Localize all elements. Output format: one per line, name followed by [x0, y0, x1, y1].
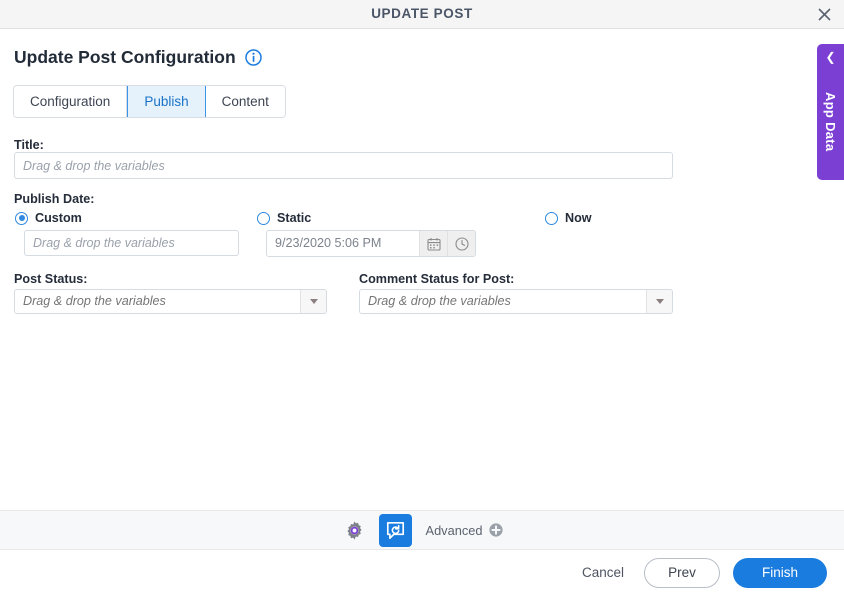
radio-now-label: Now [565, 211, 592, 225]
page-title-row: Update Post Configuration [14, 47, 262, 68]
static-datetime-group [266, 230, 476, 257]
tab-publish[interactable]: Publish [127, 86, 206, 117]
post-status-dropdown-button[interactable] [300, 290, 326, 313]
info-circle-icon[interactable] [244, 49, 262, 66]
comment-status-select[interactable] [359, 289, 673, 314]
title-input[interactable] [14, 152, 673, 179]
close-icon [817, 8, 831, 21]
finish-button[interactable]: Finish [733, 557, 827, 588]
radio-custom-indicator [15, 211, 28, 225]
post-status-select[interactable] [14, 289, 327, 314]
dialog-footer: Cancel Prev Finish [0, 551, 844, 594]
comment-status-dropdown-button[interactable] [646, 290, 672, 313]
window-title: UPDATE POST [371, 6, 473, 21]
chevron-left-icon: ❮ [825, 50, 836, 64]
plus-circle-icon [489, 523, 504, 537]
clock-button[interactable] [447, 231, 475, 256]
radio-now-indicator [545, 211, 558, 225]
comment-status-label: Comment Status for Post: [359, 272, 515, 286]
static-datetime-input[interactable] [267, 231, 419, 256]
custom-date-variable-input[interactable] [24, 230, 239, 256]
comment-status-input[interactable] [360, 290, 646, 313]
tab-content[interactable]: Content [205, 86, 285, 117]
comment-refresh-icon [386, 521, 404, 539]
advanced-button[interactable]: Advanced [426, 523, 504, 538]
gear-icon [347, 520, 362, 540]
page-title: Update Post Configuration [14, 47, 236, 67]
radio-custom-label: Custom [35, 211, 82, 225]
radio-static[interactable]: Static [257, 211, 311, 225]
section-tabs: Configuration Publish Content [13, 85, 286, 118]
radio-now[interactable]: Now [545, 211, 592, 225]
settings-button[interactable] [341, 516, 369, 544]
window-titlebar: UPDATE POST [0, 0, 844, 29]
title-field-label: Title: [14, 138, 44, 152]
bottom-toolbar: Advanced [0, 510, 844, 550]
tab-configuration[interactable]: Configuration [14, 86, 128, 117]
radio-custom[interactable]: Custom [15, 211, 82, 225]
prev-button[interactable]: Prev [644, 557, 720, 588]
chevron-down-icon [655, 299, 664, 304]
comment-refresh-button[interactable] [378, 513, 412, 547]
app-data-label: App Data [823, 92, 838, 152]
close-button[interactable] [812, 3, 836, 26]
calendar-icon [426, 237, 441, 251]
cancel-button[interactable]: Cancel [572, 559, 634, 586]
chevron-down-icon [309, 299, 318, 304]
radio-static-indicator [257, 211, 270, 225]
post-status-label: Post Status: [14, 272, 88, 286]
radio-static-label: Static [277, 211, 312, 225]
calendar-button[interactable] [419, 231, 447, 256]
post-status-input[interactable] [15, 290, 300, 313]
publish-date-label: Publish Date: [14, 192, 95, 206]
advanced-label: Advanced [425, 522, 483, 538]
app-data-panel-toggle[interactable]: ❮ App Data [817, 44, 844, 180]
clock-icon [454, 236, 469, 251]
